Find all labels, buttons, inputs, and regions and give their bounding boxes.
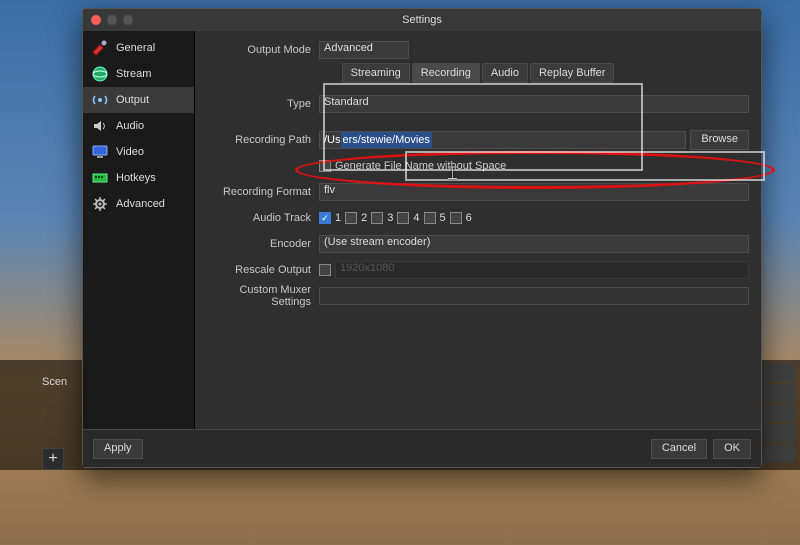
recording-path-label: Recording Path	[207, 134, 319, 146]
sidebar-item-output[interactable]: Output	[83, 87, 194, 113]
settings-content: Output Mode Advanced Streaming Recording…	[195, 31, 761, 429]
globe-icon	[91, 65, 109, 83]
audio-track-num: 4	[413, 212, 419, 224]
audio-track-4-checkbox[interactable]	[397, 212, 409, 224]
sidebar-item-label: Video	[116, 146, 144, 158]
type-label: Type	[207, 98, 319, 110]
audio-track-6-checkbox[interactable]	[450, 212, 462, 224]
sidebar-item-label: Advanced	[116, 198, 165, 210]
audio-track-label: Audio Track	[207, 212, 319, 224]
encoder-label: Encoder	[207, 238, 319, 250]
type-select[interactable]: Standard	[319, 95, 749, 113]
sidebar-item-video[interactable]: Video	[83, 139, 194, 165]
titlebar: Settings	[83, 9, 761, 31]
sidebar-item-label: Audio	[116, 120, 144, 132]
sidebar-item-label: Hotkeys	[116, 172, 156, 184]
muxer-input[interactable]	[319, 287, 749, 305]
audio-track-num: 5	[440, 212, 446, 224]
tab-streaming[interactable]: Streaming	[342, 63, 410, 83]
sidebar-item-label: General	[116, 42, 155, 54]
gen-filename-checkbox[interactable]	[319, 160, 331, 172]
recording-format-select[interactable]: flv	[319, 183, 749, 201]
rescale-checkbox[interactable]	[319, 264, 331, 276]
sidebar-item-general[interactable]: General	[83, 35, 194, 61]
tab-audio[interactable]: Audio	[482, 63, 528, 83]
gen-filename-label: Generate File Name without Space	[335, 160, 506, 172]
muxer-label: Custom Muxer Settings	[207, 284, 319, 308]
audio-track-1-checkbox[interactable]: ✓	[319, 212, 331, 224]
speaker-icon	[91, 117, 109, 135]
output-mode-label: Output Mode	[207, 44, 319, 56]
recording-format-label: Recording Format	[207, 186, 319, 198]
sidebar-item-label: Stream	[116, 68, 151, 80]
settings-window: Settings General Stream Output	[82, 8, 762, 468]
recording-path-selection: ers/stewie/Movies	[341, 132, 432, 148]
rescale-input: 1920x1080	[335, 261, 749, 279]
scenes-label: Scen	[42, 376, 67, 388]
wrench-icon	[91, 39, 109, 57]
recording-path-input[interactable]: /Us ers/stewie/Movies	[319, 131, 686, 149]
cancel-button[interactable]: Cancel	[651, 439, 707, 459]
sidebar-item-advanced[interactable]: Advanced	[83, 191, 194, 217]
audio-track-3-checkbox[interactable]	[371, 212, 383, 224]
sidebar-item-audio[interactable]: Audio	[83, 113, 194, 139]
settings-sidebar: General Stream Output Audio	[83, 31, 195, 429]
settings-footer: Apply Cancel OK	[83, 429, 761, 467]
sidebar-item-hotkeys[interactable]: Hotkeys	[83, 165, 194, 191]
encoder-select[interactable]: (Use stream encoder)	[319, 235, 749, 253]
apply-button[interactable]: Apply	[93, 439, 143, 459]
broadcast-icon	[91, 91, 109, 109]
window-title: Settings	[83, 14, 761, 26]
rescale-label: Rescale Output	[207, 264, 319, 276]
audio-track-num: 3	[387, 212, 393, 224]
audio-track-num: 6	[466, 212, 472, 224]
recording-path-prefix: /Us	[320, 132, 341, 148]
add-scene-button[interactable]: +	[42, 448, 64, 470]
sidebar-item-label: Output	[116, 94, 149, 106]
audio-track-5-checkbox[interactable]	[424, 212, 436, 224]
audio-track-num: 2	[361, 212, 367, 224]
tab-replay-buffer[interactable]: Replay Buffer	[530, 63, 614, 83]
audio-track-num: 1	[335, 212, 341, 224]
keyboard-icon	[91, 169, 109, 187]
tab-recording[interactable]: Recording	[412, 63, 480, 83]
gear-icon	[91, 195, 109, 213]
monitor-icon	[91, 143, 109, 161]
sidebar-item-stream[interactable]: Stream	[83, 61, 194, 87]
output-mode-select[interactable]: Advanced	[319, 41, 409, 59]
browse-button[interactable]: Browse	[690, 130, 749, 150]
audio-track-2-checkbox[interactable]	[345, 212, 357, 224]
ok-button[interactable]: OK	[713, 439, 751, 459]
